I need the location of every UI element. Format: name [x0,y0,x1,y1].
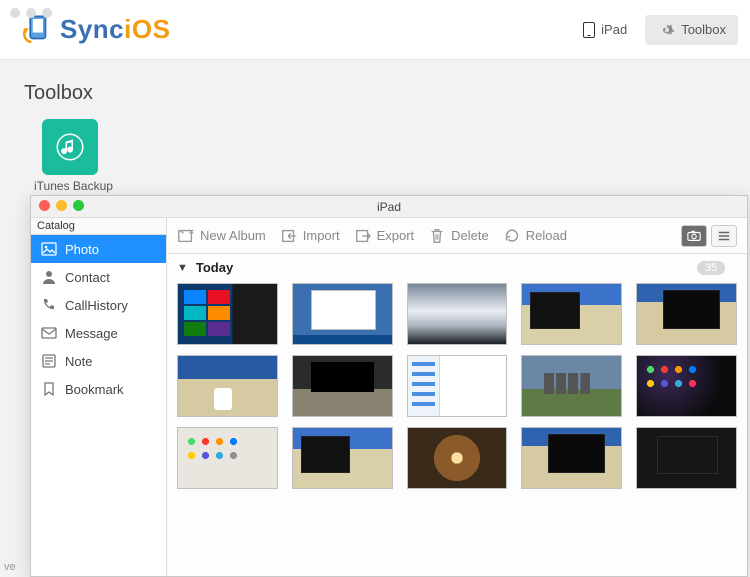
version-text: ve [4,561,16,573]
device-selector[interactable]: iPad [573,16,637,44]
close-dot[interactable] [10,8,20,18]
window-traffic-lights[interactable] [10,8,52,18]
export-button[interactable]: Export [354,227,415,245]
photo-toolbar: New Album Import Export Delete Reload [167,218,747,254]
import-button[interactable]: Import [280,227,340,245]
thumbnail-office-monitor-4[interactable] [292,427,393,489]
toolbox-button[interactable]: Toolbox [645,15,738,45]
itunes-backup-label: iTunes Backup [34,179,728,193]
trash-icon [428,227,446,245]
device-label: iPad [601,22,627,37]
new-album-button[interactable]: New Album [177,227,266,245]
toolbox-label: Toolbox [681,22,726,37]
reload-icon [503,227,521,245]
list-view-button[interactable] [711,225,737,247]
export-icon [354,227,372,245]
thumbnail-desk-cup[interactable] [177,355,278,417]
thumbnail-ipad-home-light[interactable] [177,427,278,489]
sidebar-item-label: Photo [65,242,99,257]
sidebar-item-contact[interactable]: Contact [31,263,166,291]
thumbnail-windows-start-menu[interactable] [177,283,278,345]
minimize-dot[interactable] [26,8,36,18]
disclosure-triangle-icon[interactable]: ▼ [177,262,188,274]
device-window-titlebar[interactable]: iPad [31,196,747,218]
list-icon [717,229,731,243]
message-icon [41,325,57,341]
sidebar-item-label: Contact [65,270,110,285]
sidebar-item-callhistory[interactable]: CallHistory [31,291,166,319]
new-album-label: New Album [200,228,266,243]
import-icon [280,227,298,245]
itunes-backup-tile[interactable] [42,119,98,175]
grid-view-button[interactable] [681,225,707,247]
app-name: SynciOS [60,14,170,45]
main-area: Toolbox iTunes Backup [0,60,750,205]
sidebar-header: Catalog [31,218,166,235]
zoom-dot[interactable] [42,8,52,18]
thumbnail-tunnel-perspective[interactable] [407,427,508,489]
thumbnail-office-monitor-2[interactable] [636,283,737,345]
photo-grid [167,281,747,576]
thumbnail-dark-screen[interactable] [636,427,737,489]
app-header: SynciOS iPad Toolbox [0,0,750,60]
sidebar-item-label: Bookmark [65,382,124,397]
thumbnail-clouds-aerial[interactable] [407,283,508,345]
import-label: Import [303,228,340,243]
export-label: Export [377,228,415,243]
minimize-icon[interactable] [56,200,67,211]
device-window-title: iPad [377,200,401,214]
sidebar-item-bookmark[interactable]: Bookmark [31,375,166,403]
new-album-icon [177,227,195,245]
section-count-badge: 35 [697,261,725,275]
thumbnail-stonehenge[interactable] [521,355,622,417]
device-window-traffic-lights[interactable] [39,200,84,211]
content-pane: New Album Import Export Delete Reload [167,218,747,576]
thumbnail-ios-settings[interactable] [407,355,508,417]
sidebar-item-label: Message [65,326,118,341]
zoom-icon[interactable] [73,200,84,211]
contact-icon [41,269,57,285]
photo-icon [41,241,57,257]
device-window: iPad Catalog Photo Contact CallHisto [30,195,748,577]
close-icon[interactable] [39,200,50,211]
catalog-sidebar: Catalog Photo Contact CallHistory [31,218,167,576]
reload-label: Reload [526,228,567,243]
camera-icon [687,229,701,243]
gear-icon [657,21,675,39]
sidebar-item-note[interactable]: Note [31,347,166,375]
delete-label: Delete [451,228,489,243]
sidebar-item-label: CallHistory [65,298,128,313]
thumbnail-office-monitor-5[interactable] [521,427,622,489]
bookmark-icon [41,381,57,397]
reload-button[interactable]: Reload [503,227,567,245]
page-title: Toolbox [24,82,728,105]
sidebar-item-label: Note [65,354,92,369]
sidebar-item-message[interactable]: Message [31,319,166,347]
delete-button[interactable]: Delete [428,227,489,245]
section-header[interactable]: ▼ Today 35 [167,254,747,281]
thumbnail-ipad-home-dark-1[interactable] [636,355,737,417]
call-icon [41,297,57,313]
section-label: Today [196,260,233,275]
tablet-icon [583,22,595,38]
thumbnail-windows-desktop[interactable] [292,283,393,345]
sidebar-item-photo[interactable]: Photo [31,235,166,263]
note-icon [41,353,57,369]
thumbnail-office-monitor-3[interactable] [292,355,393,417]
thumbnail-office-monitor-1[interactable] [521,283,622,345]
music-note-icon [55,132,85,162]
